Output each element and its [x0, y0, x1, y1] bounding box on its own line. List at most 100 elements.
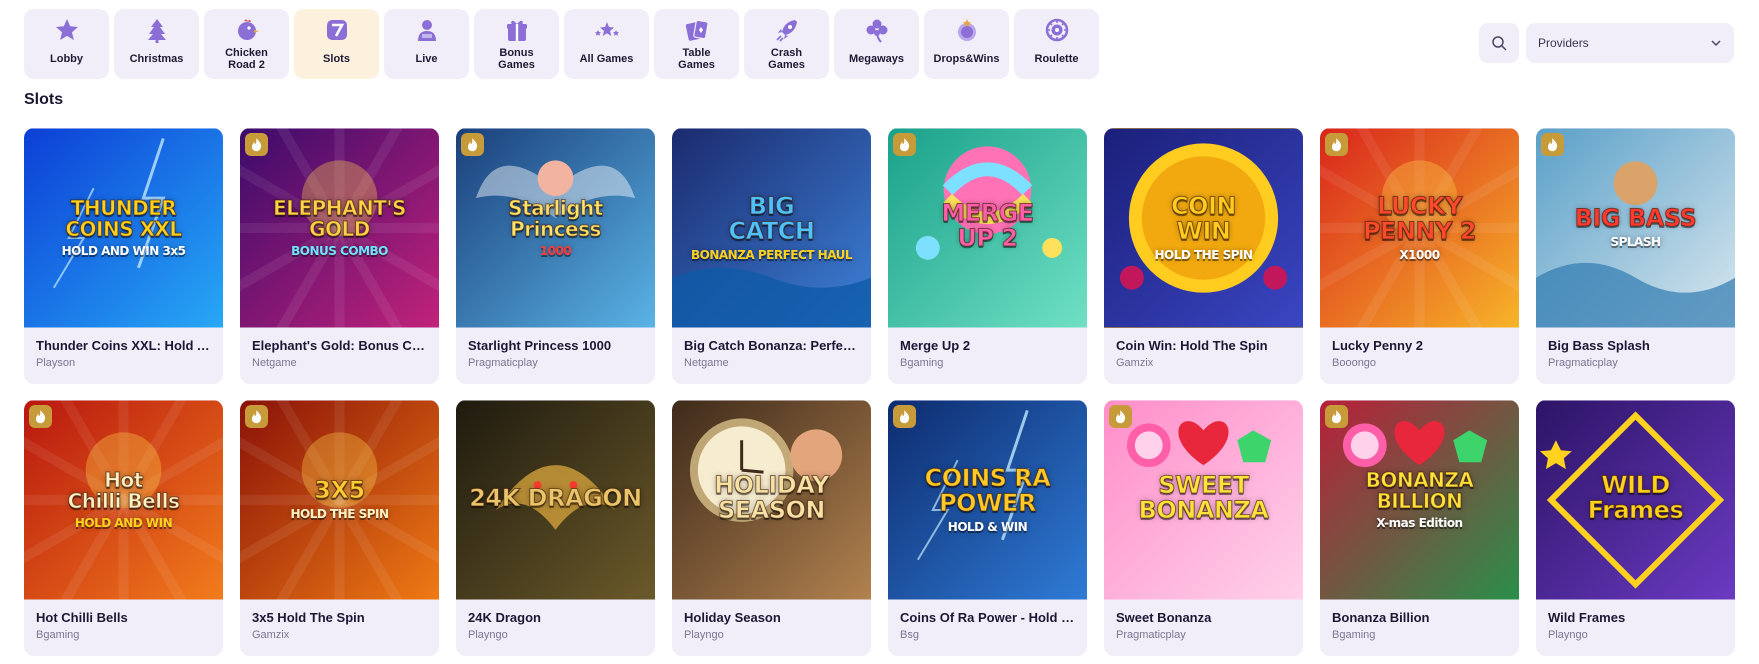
category-slots[interactable]: Slots	[294, 9, 379, 79]
category-label: Christmas	[129, 53, 184, 65]
game-card[interactable]: MERGE UP 2 Merge Up 2 Bgaming	[888, 128, 1087, 384]
game-logo: COINS RA POWER HOLD & WIN	[898, 441, 1078, 560]
category-lobby[interactable]: Lobby	[24, 9, 109, 79]
game-provider: Pragmaticplay	[1548, 357, 1618, 369]
game-thumbnail[interactable]: ELEPHANT'S GOLD BONUS COMBO	[240, 128, 439, 328]
game-logo-subtitle: HOLD AND WIN	[74, 515, 173, 530]
providers-select[interactable]: Providers	[1526, 23, 1734, 63]
game-thumbnail[interactable]: BIG BASS SPLASH	[1536, 128, 1735, 328]
game-logo: BONANZA BILLION X-mas Edition	[1330, 449, 1510, 552]
game-thumbnail[interactable]: BIG CATCH BONANZA PERFECT HAUL	[672, 128, 871, 328]
category-crash-games[interactable]: Crash Games	[744, 9, 829, 79]
category-table-games[interactable]: Table Games	[654, 9, 739, 79]
game-logo-subtitle: BONANZA PERFECT HAUL	[690, 247, 853, 262]
game-thumbnail[interactable]: LUCKY PENNY 2 X1000	[1320, 128, 1519, 328]
game-logo: WILD Frames	[1546, 448, 1726, 552]
game-thumbnail[interactable]: THUNDER COINS XXL HOLD AND WIN 3x5	[24, 128, 223, 328]
game-logo-subtitle: 1000	[539, 243, 572, 258]
flame-icon	[35, 410, 46, 424]
category-label: Table Games	[678, 47, 715, 71]
search-button[interactable]	[1479, 23, 1519, 63]
game-logo-subtitle: X-mas Edition	[1376, 515, 1463, 530]
game-name: Thunder Coins XXL: Hold And Win	[36, 338, 211, 353]
game-card[interactable]: ELEPHANT'S GOLD BONUS COMBO Elephant's G…	[240, 128, 439, 384]
stars-icon	[594, 22, 619, 36]
category-christmas[interactable]: Christmas	[114, 9, 199, 79]
hot-badge	[245, 405, 268, 428]
game-card[interactable]: LUCKY PENNY 2 X1000 Lucky Penny 2 Booong…	[1320, 128, 1519, 384]
game-provider: Booongo	[1332, 357, 1377, 369]
category-label: Drops&Wins	[933, 53, 1000, 65]
game-name: Hot Chilli Bells	[36, 610, 128, 625]
game-card[interactable]: 3X5 HOLD THE SPIN 3x5 Hold The Spin Gamz…	[240, 400, 439, 656]
category-bonus-games[interactable]: Bonus Games	[474, 9, 559, 79]
category-roulette[interactable]: Roulette	[1014, 9, 1099, 79]
flame-icon	[899, 410, 910, 424]
game-name: Bonanza Billion	[1332, 610, 1430, 625]
game-name: Starlight Princess 1000	[468, 338, 612, 353]
category-label: Lobby	[50, 53, 83, 65]
category-megaways[interactable]: Megaways	[834, 9, 919, 79]
hot-badge	[461, 133, 484, 156]
game-thumbnail[interactable]: MERGE UP 2	[888, 128, 1087, 328]
game-logo-subtitle: BONUS COMBO	[291, 243, 388, 258]
game-logo: THUNDER COINS XXL HOLD AND WIN 3x5	[34, 177, 214, 280]
game-thumbnail[interactable]: Starlight Princess 1000	[456, 128, 655, 328]
game-logo-title: WILD Frames	[1587, 471, 1684, 524]
game-logo-title: MERGE UP 2	[941, 199, 1035, 252]
game-thumbnail[interactable]: HOLIDAY SEASON	[672, 400, 871, 600]
game-card[interactable]: SWEET BONANZA Sweet Bonanza Pragmaticpla…	[1104, 400, 1303, 656]
game-provider: Bsg	[900, 629, 919, 641]
game-thumbnail[interactable]: 24K DRAGON	[456, 400, 655, 600]
game-card[interactable]: Hot Chilli Bells HOLD AND WIN Hot Chilli…	[24, 400, 223, 656]
category-chicken-road-2[interactable]: Chicken Road 2	[204, 9, 289, 79]
category-label: Slots	[323, 53, 350, 65]
chicken-icon	[237, 19, 259, 40]
game-logo: 24K DRAGON	[466, 461, 646, 540]
game-logo-title: COINS RA POWER	[924, 463, 1051, 517]
game-name: 24K Dragon	[468, 610, 541, 625]
game-logo: COIN WIN HOLD THE SPIN	[1114, 169, 1294, 288]
game-thumbnail[interactable]: Hot Chilli Bells HOLD AND WIN	[24, 400, 223, 600]
game-logo: LUCKY PENNY 2 X1000	[1330, 169, 1510, 288]
flame-icon	[899, 138, 910, 152]
game-thumbnail[interactable]: WILD Frames	[1536, 400, 1735, 600]
game-logo-title: SWEET BONANZA	[1138, 471, 1269, 524]
game-thumbnail[interactable]: COIN WIN HOLD THE SPIN	[1104, 128, 1303, 328]
hot-badge	[29, 405, 52, 428]
game-card[interactable]: BONANZA BILLION X-mas Edition Bonanza Bi…	[1320, 400, 1519, 656]
game-name: Big Catch Bonanza: Perfect Haul	[684, 338, 859, 353]
game-card[interactable]: 24K DRAGON 24K Dragon Playngo	[456, 400, 655, 656]
game-card[interactable]: Starlight Princess 1000 Starlight Prince…	[456, 128, 655, 384]
game-card[interactable]: THUNDER COINS XXL HOLD AND WIN 3x5 Thund…	[24, 128, 223, 384]
category-drops-wins[interactable]: Drops&Wins	[924, 9, 1009, 79]
game-name: Big Bass Splash	[1548, 338, 1650, 353]
game-name: Wild Frames	[1548, 610, 1626, 625]
game-logo: HOLIDAY SEASON	[682, 448, 862, 552]
category-live[interactable]: Live	[384, 9, 469, 79]
game-name: Elephant's Gold: Bonus Combo	[252, 338, 427, 353]
category-all-games[interactable]: All Games	[564, 9, 649, 79]
flame-icon	[1547, 138, 1558, 152]
christmas-tree-icon	[147, 19, 166, 43]
game-card[interactable]: WILD Frames Wild Frames Playngo	[1536, 400, 1735, 656]
game-logo: ELEPHANT'S GOLD BONUS COMBO	[250, 177, 430, 280]
game-logo-title: HOLIDAY SEASON	[714, 471, 830, 524]
game-thumbnail[interactable]: 3X5 HOLD THE SPIN	[240, 400, 439, 600]
game-logo-title: COIN WIN	[1170, 191, 1237, 245]
game-card[interactable]: HOLIDAY SEASON Holiday Season Playngo	[672, 400, 871, 656]
game-thumbnail[interactable]: BONANZA BILLION X-mas Edition	[1320, 400, 1519, 600]
game-card[interactable]: BIG BASS SPLASH Big Bass Splash Pragmati…	[1536, 128, 1735, 384]
game-provider: Playngo	[684, 629, 724, 641]
flame-icon	[1115, 410, 1126, 424]
game-thumbnail[interactable]: COINS RA POWER HOLD & WIN	[888, 400, 1087, 600]
game-thumbnail[interactable]: SWEET BONANZA	[1104, 400, 1303, 600]
game-logo-subtitle: HOLD & WIN	[947, 519, 1028, 534]
game-logo-subtitle: HOLD AND WIN 3x5	[61, 243, 186, 258]
game-card[interactable]: COINS RA POWER HOLD & WIN Coins Of Ra Po…	[888, 400, 1087, 656]
game-logo: BIG BASS SPLASH	[1546, 181, 1726, 275]
live-dealer-icon	[417, 20, 436, 41]
game-card[interactable]: BIG CATCH BONANZA PERFECT HAUL Big Catch…	[672, 128, 871, 384]
gift-icon	[506, 20, 527, 41]
game-card[interactable]: COIN WIN HOLD THE SPIN Coin Win: Hold Th…	[1104, 128, 1303, 384]
